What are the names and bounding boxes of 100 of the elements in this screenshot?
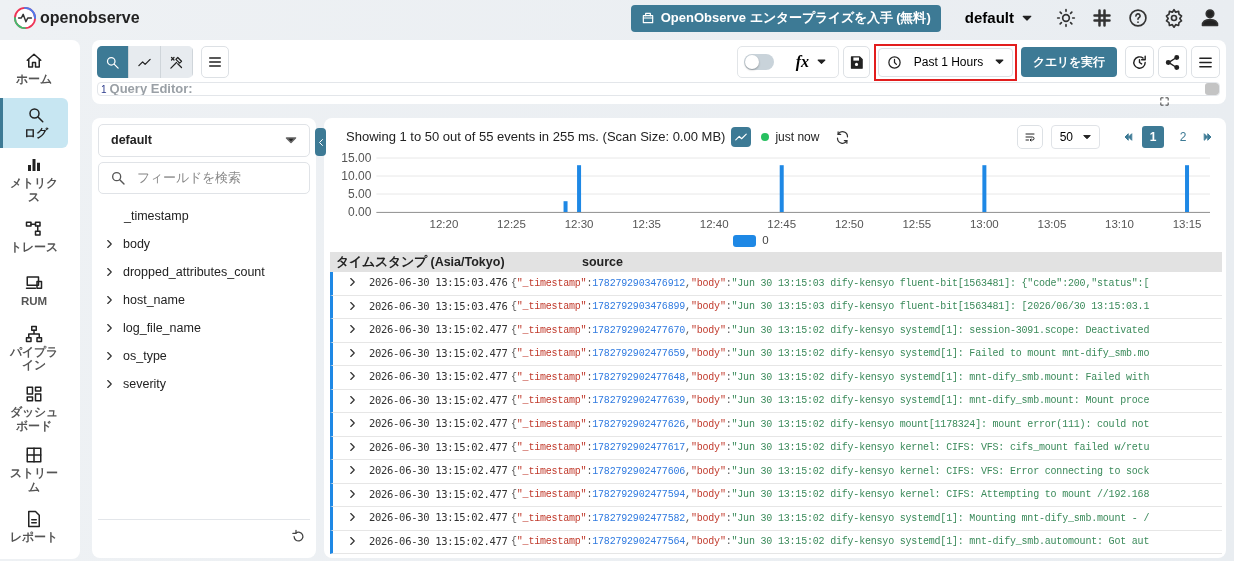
- x-tick-label: 12:55: [902, 218, 932, 230]
- nav-item[interactable]: ログ: [0, 98, 68, 148]
- page-size-dropdown[interactable]: 50: [1050, 125, 1100, 149]
- time-range-dropdown[interactable]: Past 1 Hours: [878, 47, 1013, 77]
- search-icon: [110, 170, 126, 186]
- nav-item[interactable]: レポート: [0, 502, 68, 553]
- source-cell-text: {"_timestamp":1782792902477594,"body":"Jun 30 13:15:02 dify-kensyo kernel: CIFS: Attempting to mount //192.168: [511, 488, 1150, 503]
- menu-button[interactable]: [201, 46, 229, 78]
- nav-item[interactable]: RUM: [0, 266, 68, 317]
- chevron-icon: [349, 394, 356, 405]
- first-page-icon[interactable]: [1122, 131, 1134, 143]
- document-icon: [25, 509, 43, 528]
- fullscreen-icon[interactable]: [1159, 96, 1170, 107]
- x-tick-label: 12:20: [429, 218, 459, 230]
- field-item[interactable]: dropped_attributes_count: [98, 258, 310, 286]
- page-button[interactable]: 2: [1172, 126, 1194, 148]
- x-tick-label: 13:10: [1105, 218, 1134, 230]
- share-button[interactable]: [1158, 46, 1187, 78]
- nav-item[interactable]: ホーム: [0, 44, 68, 94]
- toggle-switch[interactable]: [743, 54, 774, 70]
- x-tick-label: 12:50: [834, 218, 864, 230]
- trend-icon: [734, 130, 749, 144]
- nav-item[interactable]: パイプライン: [0, 320, 68, 378]
- chevron-icon: [349, 371, 356, 382]
- settings-icon[interactable]: [1164, 8, 1184, 28]
- clock-icon: [887, 54, 902, 70]
- status-dot: [761, 133, 770, 141]
- wrap-button[interactable]: [1016, 125, 1043, 149]
- histogram-bar: [577, 165, 582, 212]
- x-tick-label: 12:30: [564, 218, 594, 230]
- y-tick-label: 5.00: [348, 187, 372, 201]
- y-tick-label: 0.00: [348, 205, 372, 219]
- chevron-icon: [106, 351, 113, 361]
- reset-icon[interactable]: [291, 529, 306, 544]
- chevron-icon: [106, 379, 113, 389]
- chevron-icon: [349, 512, 356, 523]
- chevron-icon: [349, 324, 356, 335]
- source-cell-text: {"_timestamp":1782792902477648,"body":"Jun 30 13:15:02 dify-kensyo systemd[1]: mnt-dify_smb.mount: Failed with: [511, 370, 1150, 385]
- x-tick-label: 12:35: [632, 218, 661, 230]
- column-header: source: [582, 253, 623, 271]
- nav-item[interactable]: メトリクス: [0, 152, 68, 209]
- source-cell-text: {"_timestamp":1782792903476899,"body":"Jun 30 13:15:03 dify-kensyo fluent-bit[1563481]: [2026/06/30 13:15:03.1: [511, 300, 1150, 315]
- mode-toggle[interactable]: [97, 46, 129, 78]
- source-cell-text: {"_timestamp":1782792902477670,"body":"Jun 30 13:15:02 dify-kensyo systemd[1]: session-3091.scope: Deactivated: [511, 323, 1150, 338]
- menu-icon: [207, 54, 223, 70]
- source-cell-text: {"_timestamp":1782792902477606,"body":"Jun 30 13:15:02 dify-kensyo kernel: CIFS: VFS: Error connecting to sock: [511, 464, 1150, 479]
- stream-select[interactable]: default: [98, 124, 310, 157]
- nav-item[interactable]: トレース: [0, 212, 68, 263]
- menu-button[interactable]: [1191, 46, 1220, 78]
- collapse-button[interactable]: [315, 128, 326, 156]
- hash-icon[interactable]: [1092, 8, 1112, 28]
- wrap-icon: [1023, 131, 1036, 143]
- history-icon: [1131, 53, 1148, 71]
- chevron-icon: [106, 323, 113, 333]
- timestamp-cell-text: 2026-06-30 13:15:03.476: [369, 298, 509, 314]
- org-dropdown[interactable]: default: [956, 6, 1040, 30]
- query-editor[interactable]: 1 Query Editor:: [97, 82, 1220, 96]
- x-tick-label: 12:45: [767, 218, 797, 230]
- x-tick-label: 12:40: [699, 218, 729, 230]
- user-icon[interactable]: [1200, 8, 1220, 28]
- chevron-icon: [349, 277, 356, 288]
- y-tick-label: 15.00: [341, 152, 372, 165]
- chevron-icon: [106, 239, 113, 249]
- save-button[interactable]: [843, 46, 870, 78]
- refresh-icon[interactable]: [835, 129, 851, 145]
- source-cell-text: {"_timestamp":1782792903476912,"body":"Jun 30 13:15:03 dify-kensyo fluent-bit[1563481]: {"code":200,"status":[: [511, 276, 1150, 291]
- save-icon: [849, 54, 864, 70]
- field-item[interactable]: log_file_name: [98, 314, 310, 342]
- help-icon[interactable]: [1128, 8, 1148, 28]
- field-item[interactable]: os_type: [98, 342, 310, 370]
- chevron-icon: [106, 267, 113, 277]
- nav-item[interactable]: ダッシュボード: [0, 381, 68, 438]
- x-tick-label: 12:25: [497, 218, 526, 230]
- source-cell-text: {"_timestamp":1782792902477582,"body":"Jun 30 13:15:02 dify-kensyo systemd[1]: Mounting mnt-dify_smb.mount - /: [511, 511, 1150, 526]
- scrollbar-thumb: [1205, 83, 1219, 95]
- enterprise-button[interactable]: OpenObserve エンタープライズを入手 (無料): [630, 4, 941, 32]
- field-search[interactable]: フィールドを検索: [98, 162, 310, 194]
- source-cell-text: {"_timestamp":1782792902477639,"body":"Jun 30 13:15:02 dify-kensyo systemd[1]: mnt-dify_smb.mount: Mount proce: [511, 394, 1150, 409]
- history-button[interactable]: [1125, 46, 1154, 78]
- histogram-toggle[interactable]: [731, 127, 752, 147]
- chevron-icon: [349, 488, 356, 499]
- field-item[interactable]: body: [98, 230, 310, 258]
- grid-icon: [25, 445, 43, 464]
- search-icon: [26, 105, 45, 124]
- run-query-button[interactable]: クエリを実行: [1021, 47, 1117, 77]
- chevron-icon: [349, 418, 356, 429]
- field-item[interactable]: host_name: [98, 286, 310, 314]
- field-item[interactable]: _timestamp: [98, 202, 310, 230]
- caret-icon: [1083, 134, 1091, 140]
- legend-swatch[interactable]: [733, 235, 757, 247]
- timestamp-cell-text: 2026-06-30 13:15:02.477: [369, 486, 509, 502]
- hierarchy-icon: [25, 220, 43, 239]
- nav-item[interactable]: ストリーム: [0, 441, 68, 499]
- field-item[interactable]: severity: [98, 370, 310, 398]
- timestamp-cell-text: 2026-06-30 13:15:03.476: [369, 275, 509, 291]
- last-page-icon[interactable]: [1202, 131, 1214, 143]
- sun-icon[interactable]: [1056, 8, 1076, 28]
- page-button[interactable]: 1: [1142, 126, 1164, 148]
- stream-name: default: [111, 132, 152, 150]
- histogram-bar: [563, 201, 568, 212]
